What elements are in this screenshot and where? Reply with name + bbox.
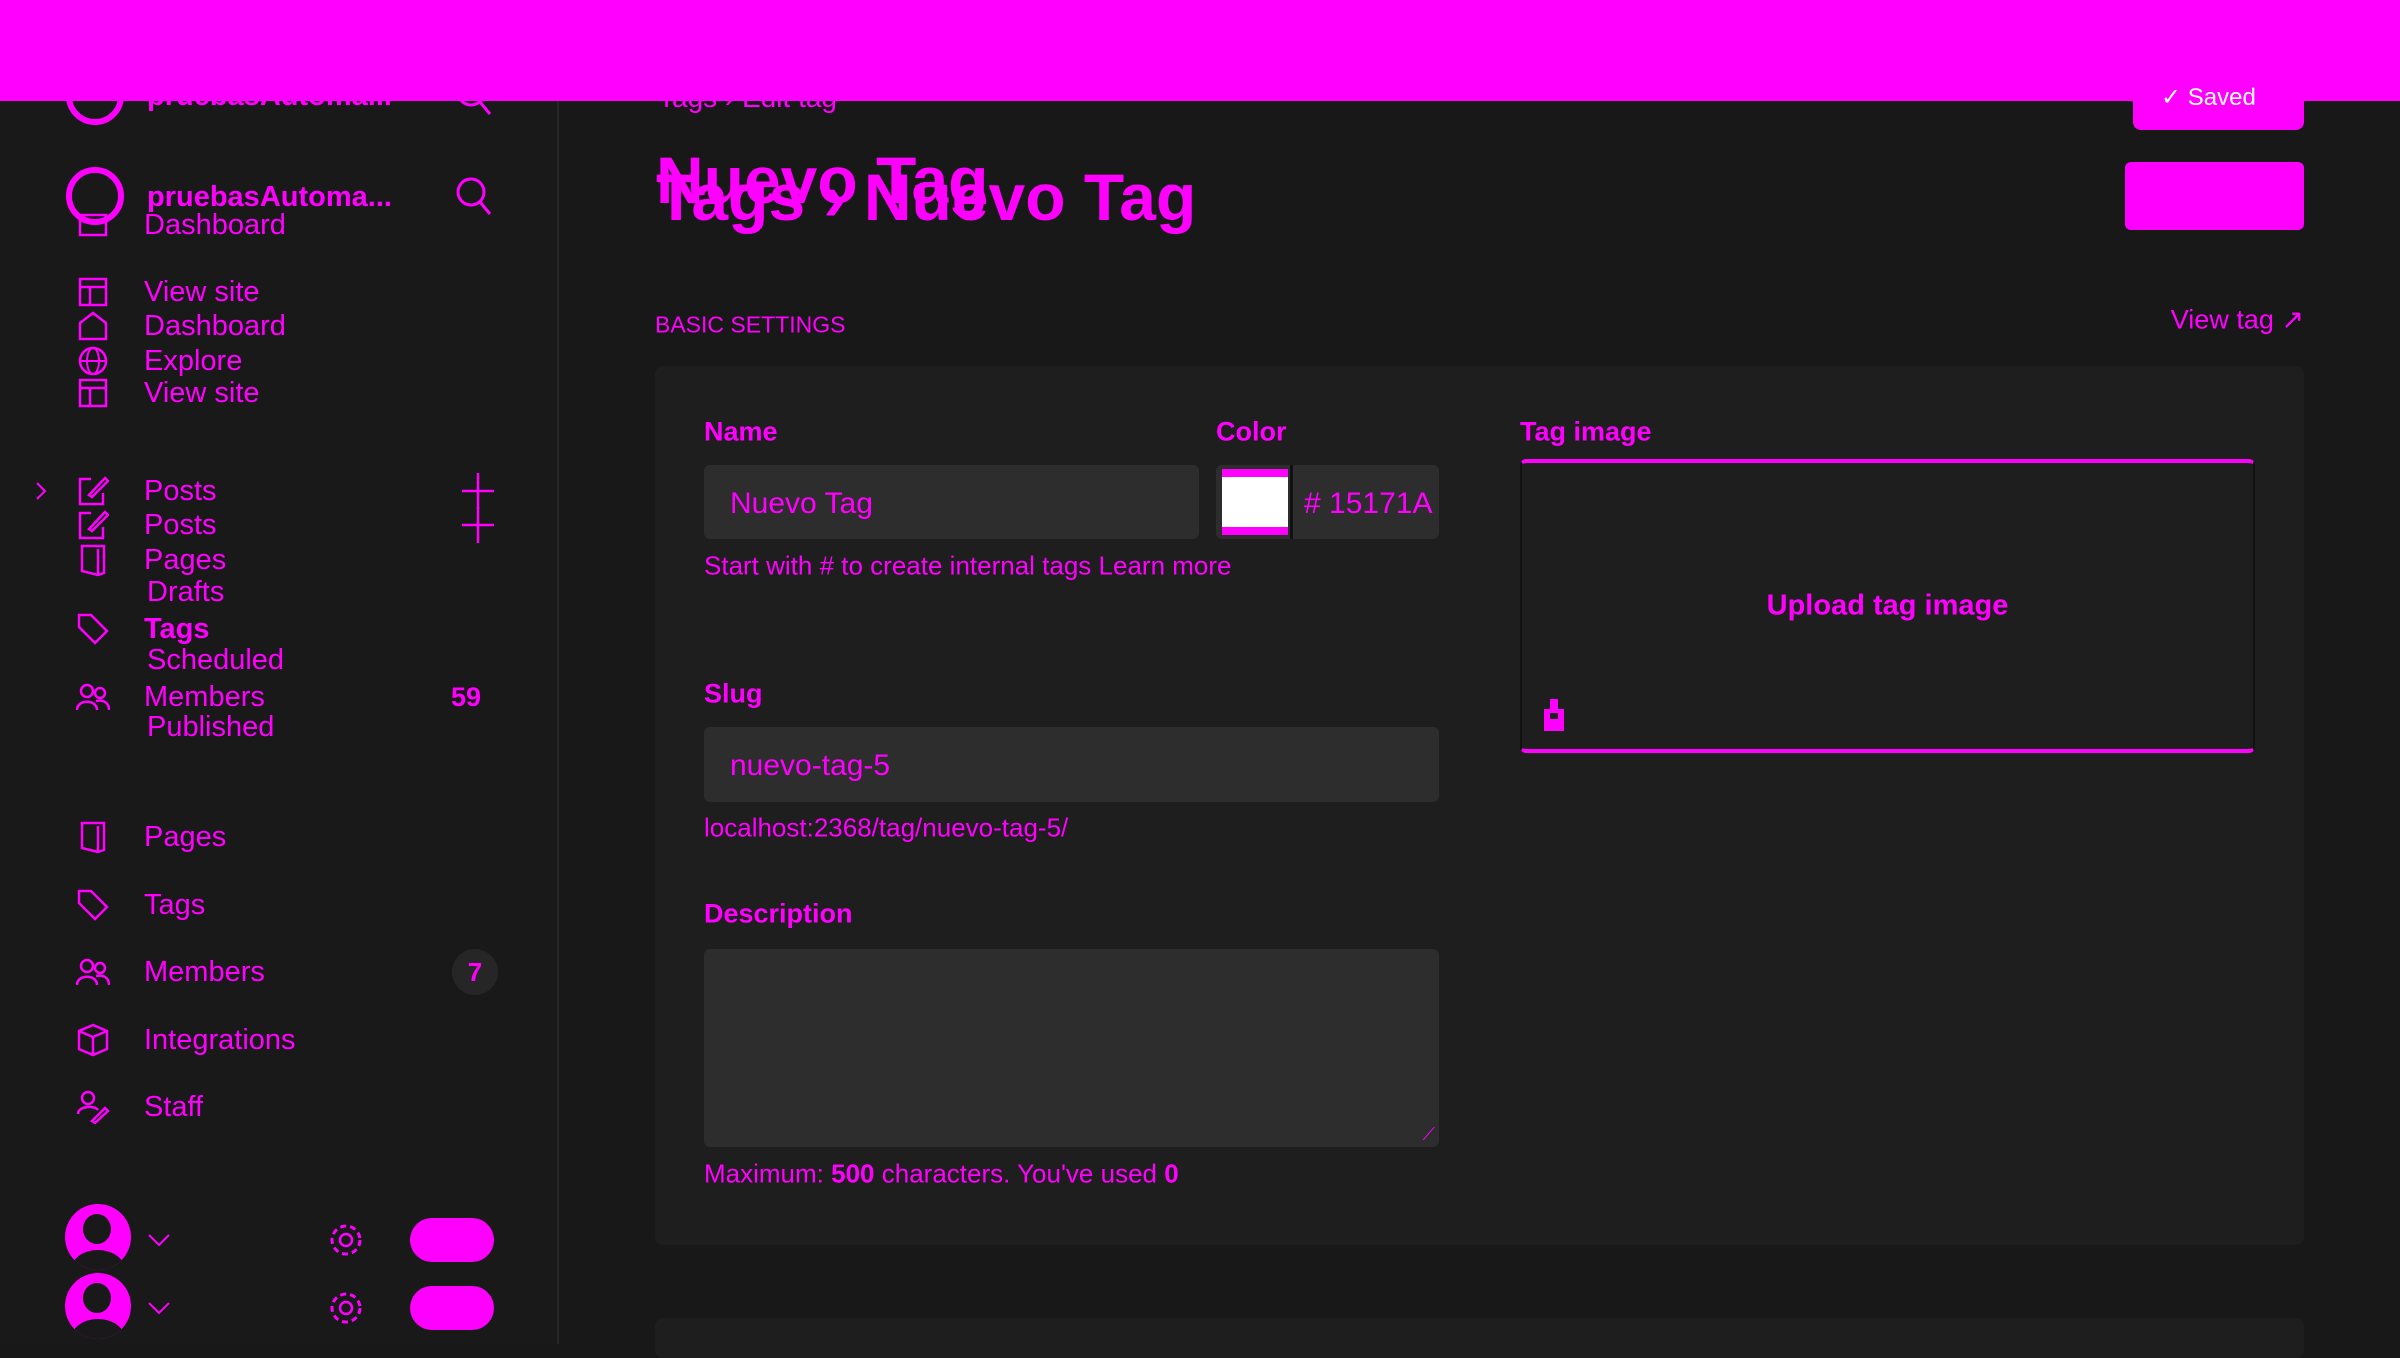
theme-toggle[interactable]: [410, 1286, 494, 1330]
nav-scheduled[interactable]: Scheduled: [147, 644, 284, 676]
top-bar: [0, 0, 2400, 101]
saved-label: Saved: [2187, 84, 2256, 111]
home-icon: [78, 311, 108, 341]
nav-staff[interactable]: Staff: [144, 1091, 203, 1123]
plus-icon[interactable]: [460, 507, 496, 543]
color-hex[interactable]: # 15171A: [1304, 487, 1432, 521]
layout-icon: [78, 378, 108, 408]
gear-icon[interactable]: [326, 1220, 366, 1260]
slug-input[interactable]: nuevo-tag-5: [704, 727, 1439, 802]
nav-members[interactable]: Members: [144, 681, 265, 713]
title-parent-link[interactable]: Tags: [656, 160, 805, 234]
staff-icon: [76, 1090, 110, 1124]
saved-button[interactable]: ✓ Saved: [2133, 61, 2304, 130]
nav-integrations[interactable]: Integrations: [144, 1024, 296, 1056]
tag-image-uploader[interactable]: Upload tag image: [1520, 459, 2255, 753]
upload-tag-image-button[interactable]: Upload tag image: [1767, 590, 2009, 623]
nav-tags[interactable]: Tags: [144, 889, 205, 921]
theme-toggle[interactable]: [410, 1218, 494, 1262]
sidebar: pruebasAutoma... pruebasAutoma... Dashbo…: [0, 0, 559, 1344]
search-icon[interactable]: [455, 176, 493, 216]
title-current: Nuevo Tag: [863, 160, 1197, 234]
nav-view-site[interactable]: View site: [144, 276, 260, 308]
nav-dashboard[interactable]: Dashboard: [144, 310, 286, 342]
name-input[interactable]: Nuevo Tag: [704, 465, 1199, 539]
slug-value: nuevo-tag-5: [730, 749, 891, 782]
name-value: Nuevo Tag: [730, 487, 873, 520]
nav-tags[interactable]: Tags: [144, 613, 210, 645]
chevron-right-icon[interactable]: [35, 481, 47, 501]
resize-handle-icon[interactable]: ⟋: [1422, 1124, 1435, 1145]
nav-pages[interactable]: Pages: [144, 821, 226, 853]
avatar[interactable]: [65, 1273, 131, 1339]
external-link-icon: ↗: [2281, 304, 2304, 335]
members-icon: [76, 683, 110, 711]
save-button[interactable]: [2125, 162, 2304, 230]
slug-label: Slug: [704, 678, 763, 709]
description-label: Description: [704, 898, 853, 929]
tag-image-label: Tag image: [1520, 416, 1652, 447]
next-card: [655, 1318, 2304, 1358]
nav-posts[interactable]: Posts: [144, 509, 217, 541]
nav-drafts[interactable]: Drafts: [147, 576, 224, 608]
gear-icon[interactable]: [326, 1288, 366, 1328]
name-label: Name: [704, 416, 778, 447]
unsplash-icon[interactable]: [1544, 699, 1564, 731]
nav-published[interactable]: Published: [147, 711, 274, 743]
layout-icon: [78, 277, 108, 307]
color-swatch[interactable]: [1222, 469, 1288, 535]
tag-icon: [76, 612, 110, 646]
home-icon: [78, 213, 108, 237]
divider: [1290, 465, 1293, 539]
page-icon: [79, 820, 107, 854]
plus-icon[interactable]: [460, 473, 496, 509]
tag-icon: [76, 888, 110, 922]
edit-icon: [77, 475, 109, 507]
chevron-down-icon[interactable]: [147, 1301, 171, 1315]
globe-icon: [77, 345, 109, 377]
nav-pages[interactable]: Pages: [144, 544, 226, 576]
color-input[interactable]: # 15171A: [1216, 465, 1439, 539]
edit-icon: [77, 509, 109, 541]
description-textarea[interactable]: ⟋: [704, 949, 1439, 1147]
members-badge: 7: [452, 949, 498, 995]
section-title: BASIC SETTINGS: [655, 311, 846, 338]
nav-members[interactable]: Members: [144, 956, 265, 988]
view-tag-label: View tag: [2170, 304, 2274, 335]
nav-view-site[interactable]: View site: [144, 377, 260, 409]
view-tag-link[interactable]: View tag ↗: [2171, 305, 2304, 336]
description-counter: Maximum: 500 characters. You've used 0: [704, 1158, 1179, 1189]
nav-posts[interactable]: Posts: [144, 475, 217, 507]
members-icon: [76, 958, 110, 986]
slug-url: localhost:2368/tag/nuevo-tag-5/: [704, 812, 1069, 843]
nav-explore[interactable]: Explore: [144, 345, 242, 377]
page-title-breadcrumb: Tags › Nuevo Tag: [656, 160, 1197, 234]
avatar[interactable]: [65, 1204, 131, 1270]
color-label: Color: [1216, 416, 1287, 447]
name-hint: Start with # to create internal tags Lea…: [704, 550, 1232, 581]
nav-dashboard[interactable]: Dashboard: [144, 209, 286, 241]
page-icon: [79, 543, 107, 577]
chevron-down-icon[interactable]: [147, 1233, 171, 1247]
cube-icon: [76, 1023, 110, 1057]
members-count: 59: [451, 682, 482, 712]
